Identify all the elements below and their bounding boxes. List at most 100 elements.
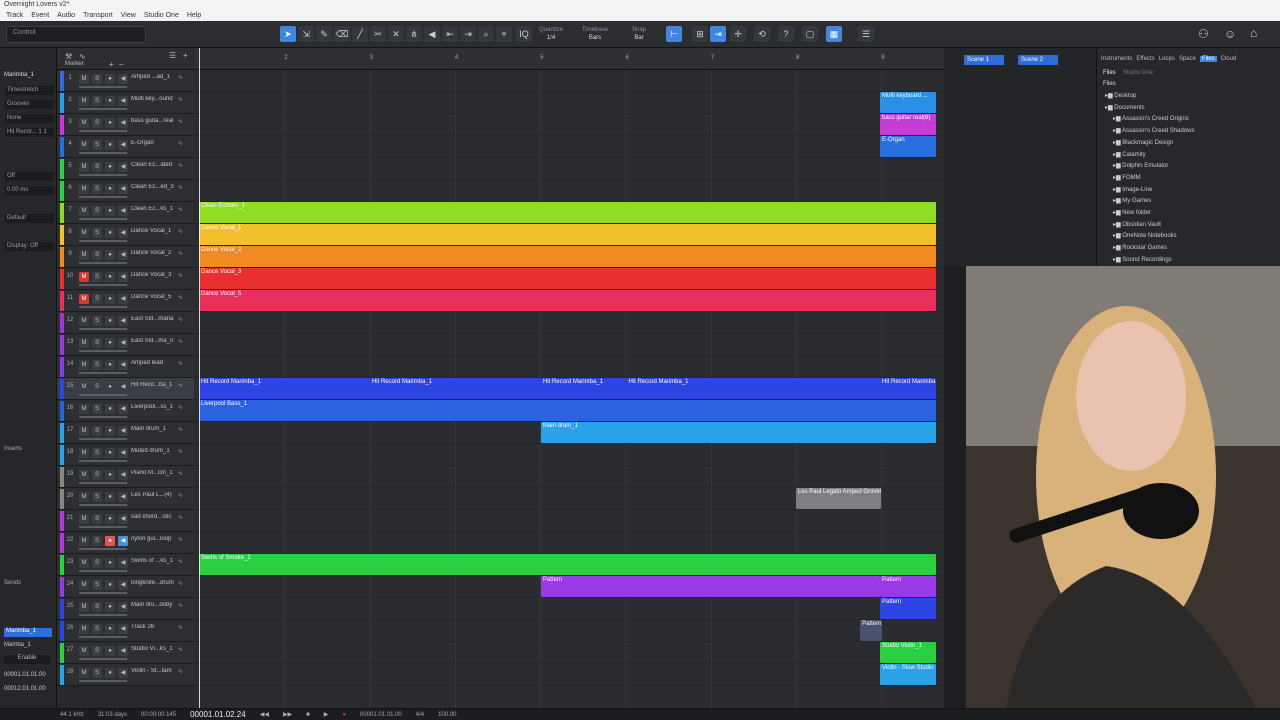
home-icon[interactable]: ⌂: [1250, 26, 1257, 40]
playhead[interactable]: [199, 48, 200, 708]
solo-button[interactable]: S: [92, 382, 102, 392]
record-button[interactable]: ●: [105, 140, 115, 150]
solo-button[interactable]: S: [92, 294, 102, 304]
control-selector[interactable]: Control: [6, 26, 146, 43]
record-button[interactable]: ●: [105, 162, 115, 172]
record-button[interactable]: ●: [105, 404, 115, 414]
move-left-icon[interactable]: ⇤: [442, 26, 458, 42]
volume-slider[interactable]: [79, 504, 127, 506]
solo-button[interactable]: S: [92, 558, 102, 568]
browser-tab-files[interactable]: Files: [1199, 56, 1217, 62]
track-lane[interactable]: [194, 598, 944, 620]
pencil-tool-icon[interactable]: ✎: [316, 26, 332, 42]
track-header[interactable]: 22 M S ● ◀ nylon gui...loop ∿: [57, 532, 194, 554]
record-button[interactable]: ●: [105, 668, 115, 678]
solo-button[interactable]: S: [92, 118, 102, 128]
event-clip[interactable]: Hit Record Marimba_1: [626, 378, 880, 399]
move-right-icon[interactable]: ⇥: [460, 26, 476, 42]
rewind-icon[interactable]: ◀◀: [260, 711, 269, 718]
inspector-field[interactable]: Grooves: [5, 100, 54, 109]
record-button[interactable]: ●: [105, 206, 115, 216]
mute-button[interactable]: M: [79, 580, 89, 590]
menu-item-help[interactable]: Help: [187, 10, 201, 21]
monitor-button[interactable]: ◀: [118, 96, 128, 106]
solo-button[interactable]: S: [92, 338, 102, 348]
monitor-button[interactable]: ◀: [118, 294, 128, 304]
folder-item[interactable]: ▸▆ New folder: [1113, 209, 1151, 216]
browser-tab-loops[interactable]: Loops: [1159, 56, 1175, 62]
track-header[interactable]: 12 M S ● ◀ East Sid...mana ∿: [57, 312, 194, 334]
solo-button[interactable]: S: [92, 668, 102, 678]
monitor-button[interactable]: ◀: [118, 272, 128, 282]
monitor-button[interactable]: ◀: [118, 228, 128, 238]
mute-button[interactable]: M: [79, 668, 89, 678]
track-header[interactable]: 2 M S ● ◀ Multi key...ound ∿: [57, 92, 194, 114]
mute-button[interactable]: M: [79, 184, 89, 194]
folder-item[interactable]: ▸▆ Documents: [1105, 104, 1145, 111]
mute-button[interactable]: M: [79, 646, 89, 656]
solo-button[interactable]: S: [92, 536, 102, 546]
mute-button[interactable]: M: [79, 360, 89, 370]
solo-button[interactable]: S: [92, 162, 102, 172]
monitor-button[interactable]: ◀: [118, 646, 128, 656]
solo-button[interactable]: S: [92, 316, 102, 326]
timeline-ruler[interactable]: 2 3 4 5 6 7 8 9: [194, 48, 944, 70]
inspector-field[interactable]: Hit Recor... 1 1: [5, 128, 54, 137]
folder-item[interactable]: ▸▆ Dolphin Emulator: [1113, 162, 1168, 169]
menu-item-view[interactable]: View: [121, 10, 136, 21]
solo-button[interactable]: S: [92, 272, 102, 282]
track-header[interactable]: 5 M S ● ◀ Clean Ec...ated ∿: [57, 158, 194, 180]
track-lane[interactable]: [194, 114, 944, 136]
folder-item[interactable]: ▸▆ Blackmagic Design: [1113, 139, 1173, 146]
event-clip[interactable]: Hit Record Marimba_1: [199, 378, 370, 399]
track-header[interactable]: 23 M S ● ◀ Swirls of ...ks_1 ∿: [57, 554, 194, 576]
list-menu-icon[interactable]: ☰: [169, 51, 176, 60]
monitor-button[interactable]: ◀: [118, 206, 128, 216]
inspector-field[interactable]: 0.00 ms: [5, 186, 54, 195]
volume-slider[interactable]: [79, 614, 127, 616]
mute-button[interactable]: M: [79, 426, 89, 436]
browser-tab-space[interactable]: Space: [1179, 56, 1196, 62]
event-clip[interactable]: Pattern: [540, 576, 880, 597]
event-clip[interactable]: Pattern: [879, 576, 936, 597]
mute-button[interactable]: M: [79, 514, 89, 524]
mute-button[interactable]: M: [79, 118, 89, 128]
track-header[interactable]: 8 M S ● ◀ Dance Vocal_1 ∿: [57, 224, 194, 246]
folder-item[interactable]: ▸▆ Desktop: [1105, 92, 1136, 99]
quantize-control[interactable]: Quantize 1/4: [536, 26, 566, 42]
volume-slider[interactable]: [79, 108, 127, 110]
menu-item-studio-one[interactable]: Studio One: [144, 10, 179, 21]
record-button[interactable]: ●: [105, 536, 115, 546]
mute-button[interactable]: M: [79, 316, 89, 326]
mute-button[interactable]: M: [79, 272, 89, 282]
eraser-tool-icon[interactable]: ⌫: [334, 26, 350, 42]
inspector-field[interactable]: None: [5, 114, 54, 123]
solo-button[interactable]: S: [92, 74, 102, 84]
monitor-button[interactable]: ◀: [118, 558, 128, 568]
grid-icon[interactable]: ⊞: [692, 26, 708, 42]
track-header[interactable]: 9 M S ● ◀ Dance Vocal_2 ∿: [57, 246, 194, 268]
window-icon[interactable]: ▢: [802, 26, 818, 42]
scene-1-button[interactable]: Scene 1: [964, 55, 1004, 65]
volume-slider[interactable]: [79, 658, 127, 660]
monitor-button[interactable]: ◀: [118, 470, 128, 480]
monitor-button[interactable]: ◀: [118, 360, 128, 370]
record-button[interactable]: ●: [105, 272, 115, 282]
monitor-button[interactable]: ◀: [118, 514, 128, 524]
monitor-button[interactable]: ◀: [118, 668, 128, 678]
arrange-view-icon[interactable]: ▦: [826, 26, 842, 42]
event-clip[interactable]: Pattern: [860, 620, 883, 641]
event-clip[interactable]: Hit Record Marimba_1: [540, 378, 627, 399]
event-clip[interactable]: Dance Vocal_5: [199, 290, 936, 311]
inspector-field[interactable]: Off: [5, 172, 54, 181]
loop-follow-icon[interactable]: ⟲: [754, 26, 770, 42]
track-header[interactable]: 18 M S ● ◀ Muted drum_1 ∿: [57, 444, 194, 466]
stop-icon[interactable]: ■: [306, 712, 310, 718]
monitor-button[interactable]: ◀: [118, 118, 128, 128]
track-header[interactable]: 10 M S ● ◀ Dance Vocal_3 ∿: [57, 268, 194, 290]
record-button[interactable]: ●: [105, 74, 115, 84]
track-lane[interactable]: [194, 312, 944, 334]
mute-button[interactable]: M: [79, 448, 89, 458]
mute-button[interactable]: M: [79, 382, 89, 392]
monitor-button[interactable]: ◀: [118, 624, 128, 634]
